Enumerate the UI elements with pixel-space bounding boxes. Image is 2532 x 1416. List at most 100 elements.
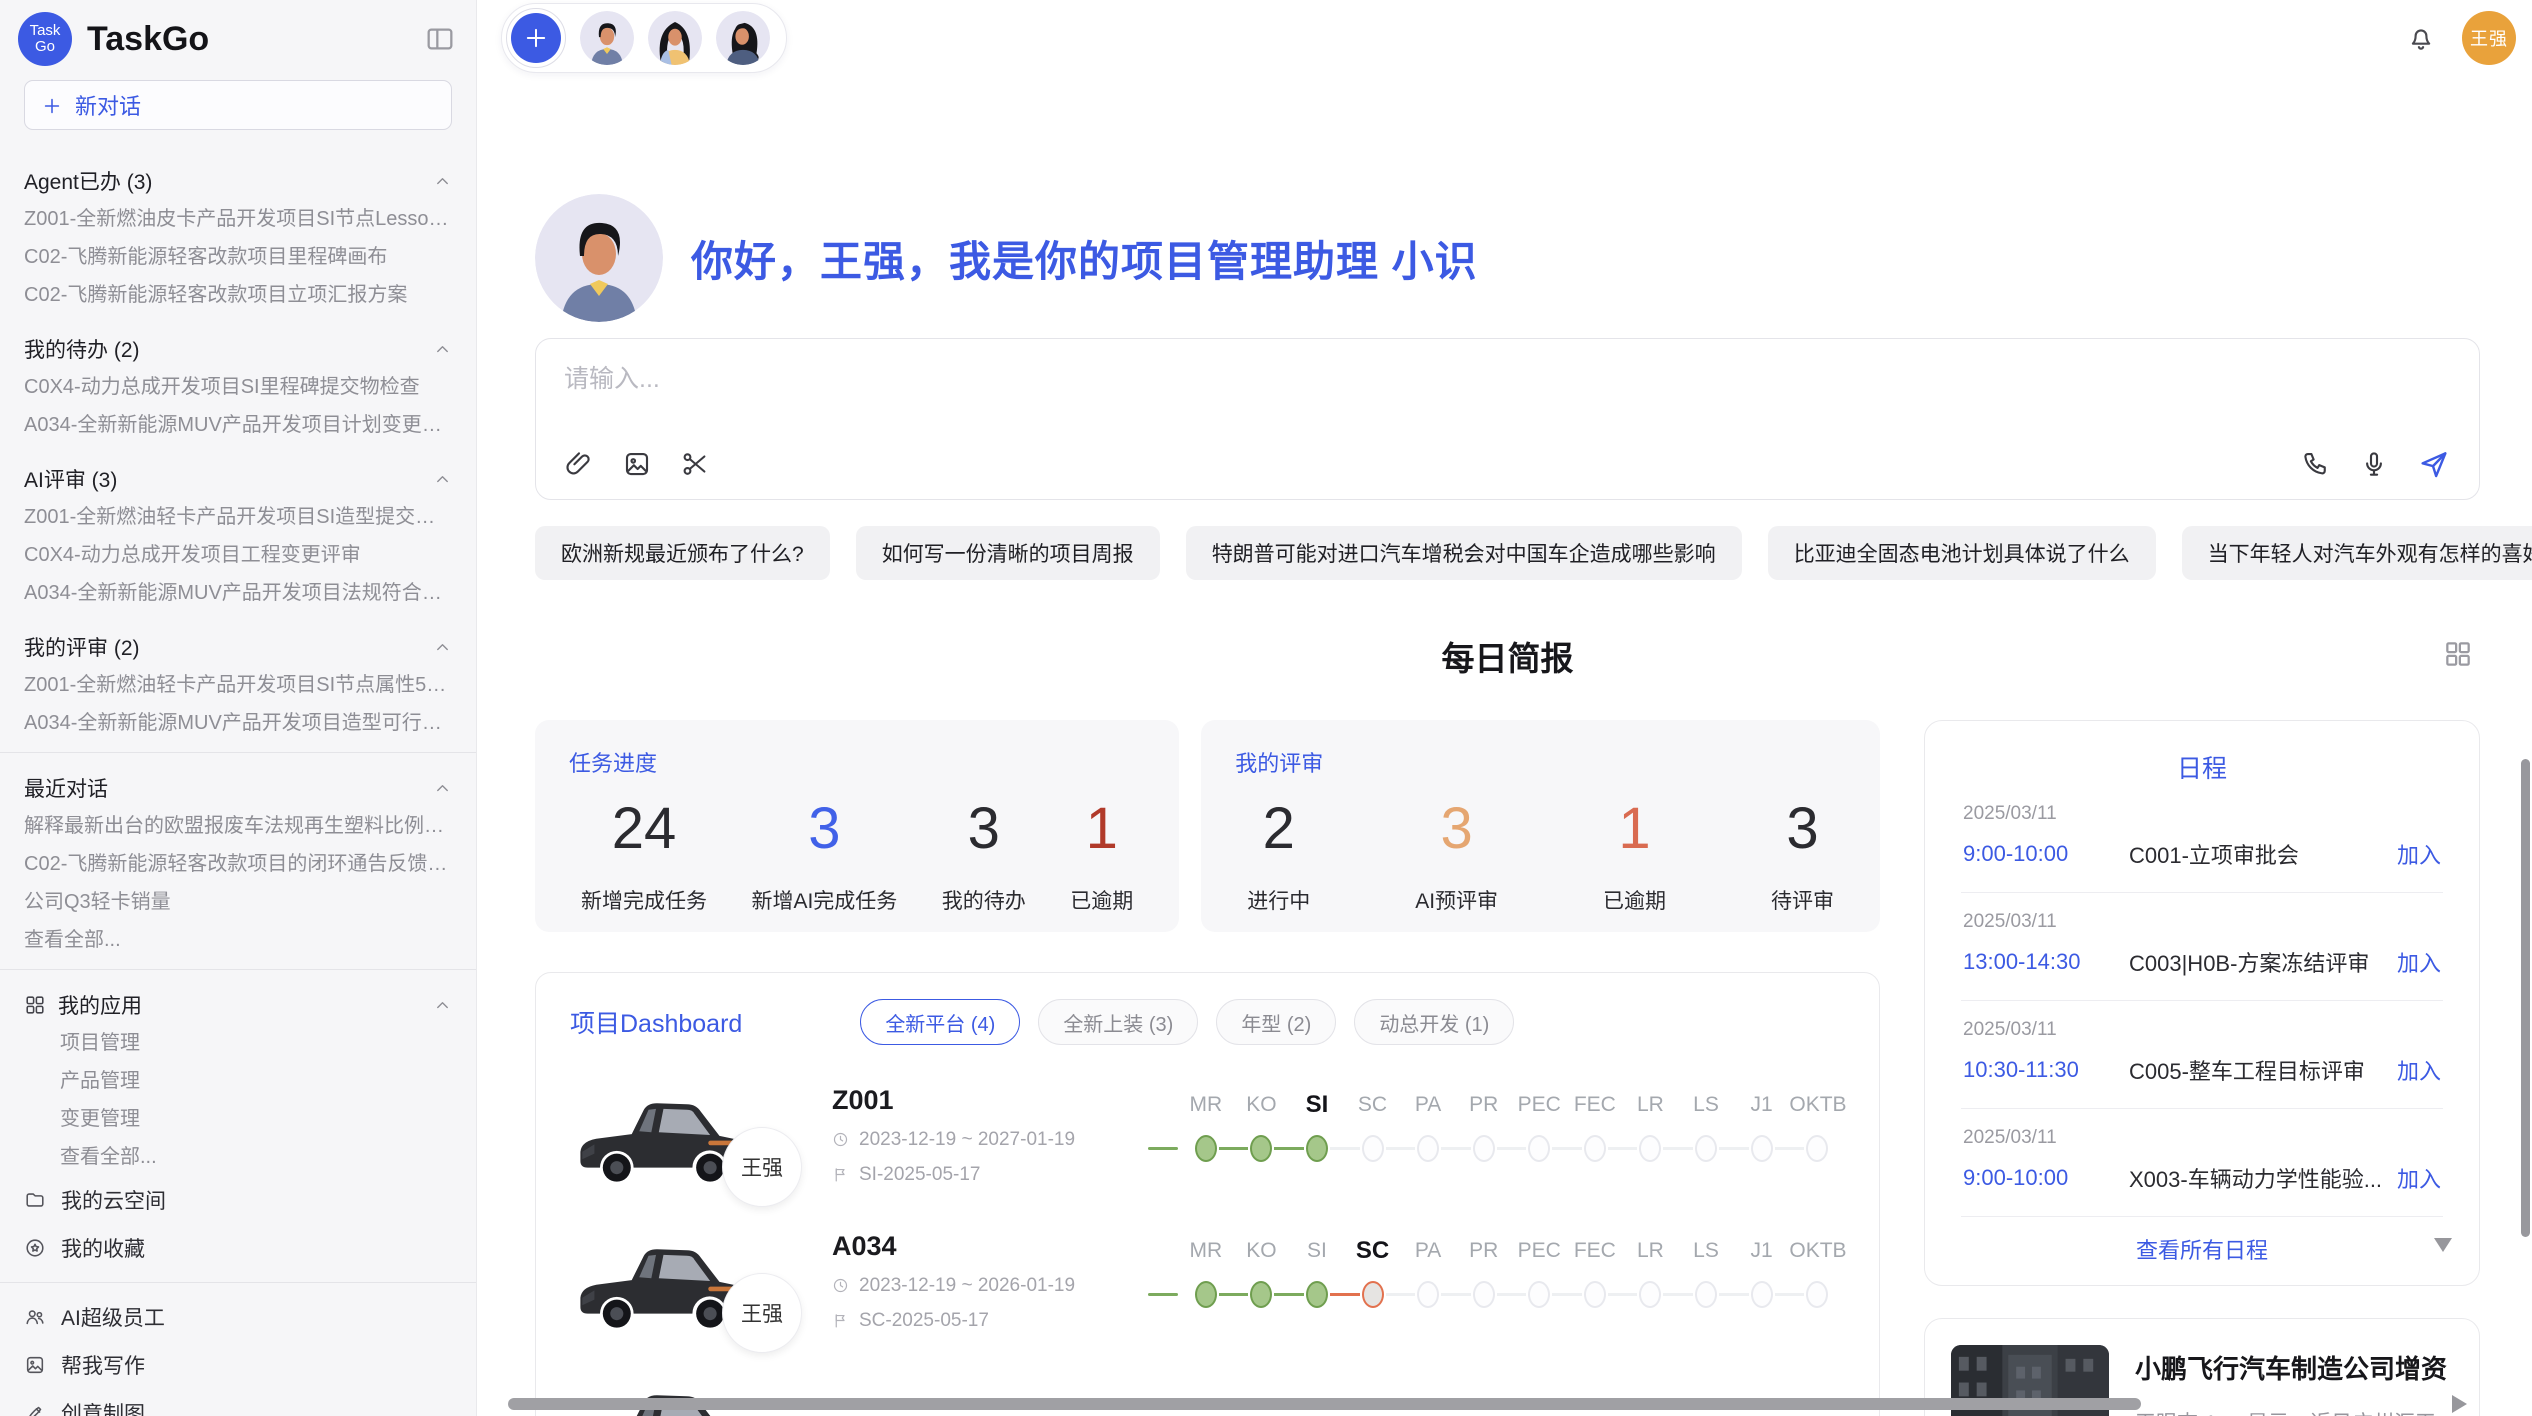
avatar[interactable] — [716, 11, 770, 65]
project-row[interactable]: 王强 A034 2023-12-19 ~ 2026-01-19 SC-2025-… — [570, 1225, 1845, 1337]
sidebar-nav-创意制图[interactable]: 创意制图 — [24, 1389, 452, 1416]
chevron-up-icon[interactable] — [433, 340, 452, 359]
sidebar-nav-帮我写作[interactable]: 帮我写作 — [24, 1341, 452, 1389]
horizontal-scrollbar[interactable] — [508, 1398, 2141, 1410]
sidebar-item[interactable]: A034-全新新能源MUV产品开发项目计划变更表编写 — [24, 406, 452, 444]
suggestion-chip[interactable]: 当下年轻人对汽车外观有怎样的喜好趋势 — [2182, 526, 2532, 580]
dashboard-tab[interactable]: 动总开发 (1) — [1354, 999, 1514, 1045]
suggestion-chip[interactable]: 特朗普可能对进口汽车增税会对中国车企造成哪些影响 — [1186, 526, 1742, 580]
suggestion-chip[interactable]: 如何写一份清晰的项目周报 — [856, 526, 1160, 580]
milestone-label: MR — [1178, 1235, 1234, 1267]
image-icon[interactable] — [622, 449, 652, 479]
metrics: 2 进行中 3 AI预评审 1 已逾期 3 待评审 — [1235, 796, 1846, 915]
dashboard-columns: 任务进度 24 新增完成任务 3 新增AI完成任务 3 我的待办 1 已逾期 — [535, 720, 2480, 1416]
milestone: KO — [1234, 1089, 1290, 1181]
join-link[interactable]: 加入 — [2397, 946, 2441, 978]
chevron-up-icon[interactable] — [433, 638, 452, 657]
milestone: PEC — [1511, 1235, 1567, 1327]
date-range: 2023-12-19 ~ 2026-01-19 — [859, 1275, 1075, 1297]
sidebar-item[interactable]: 项目管理 — [24, 1024, 452, 1062]
milestone-dot — [1639, 1135, 1661, 1162]
sidebar-nav-我的云空间[interactable]: 我的云空间 — [24, 1176, 452, 1224]
scissors-icon[interactable] — [680, 449, 710, 479]
sidebar-item[interactable]: C0X4-动力总成开发项目SI里程碑提交物检查 — [24, 368, 452, 406]
sidebar-section-header[interactable]: 最近对话 — [24, 773, 452, 803]
dashboard-tab[interactable]: 全新平台 (4) — [860, 999, 1020, 1045]
sidebar-item[interactable]: C02-飞腾新能源轻客改款项目的闭环通告反馈情况 — [24, 845, 452, 883]
sidebar-item[interactable]: 变更管理 — [24, 1100, 452, 1138]
milestone: SI — [1289, 1235, 1345, 1327]
sidebar-nav-AI超级员工[interactable]: AI超级员工 — [24, 1293, 452, 1341]
schedule-card: 日程 2025/03/11 9:00-10:00 C001-立项审批会 加入 2… — [1924, 720, 2480, 1286]
sidebar-section-header[interactable]: Agent已办 (3) — [24, 166, 452, 196]
milestone-dot — [1806, 1135, 1828, 1162]
sidebar-item[interactable]: Z001-全新燃油轻卡产品开发项目SI节点属性5D文件评审 — [24, 666, 452, 704]
scroll-down-arrow-icon[interactable] — [2434, 1238, 2452, 1252]
avatar[interactable] — [580, 11, 634, 65]
milestone: J1 — [1734, 1235, 1790, 1327]
dashboard-tab[interactable]: 全新上装 (3) — [1038, 999, 1198, 1045]
new-chat-button[interactable]: 新对话 — [24, 80, 452, 130]
sidebar-item[interactable]: A034-全新新能源MUV产品开发项目造型可行性评审 — [24, 704, 452, 742]
daily-brief-title: 每日简报 — [1442, 632, 1574, 680]
sidebar-item[interactable]: A034-全新新能源MUV产品开发项目法规符合性评审 — [24, 574, 452, 612]
layout-grid-icon[interactable] — [2442, 638, 2474, 670]
metric-label: 新增AI完成任务 — [751, 885, 897, 915]
milestone: PR — [1456, 1235, 1512, 1327]
sidebar-item[interactable]: C02-飞腾新能源轻客改款项目立项汇报方案 — [24, 276, 452, 314]
sidebar-section-title: 最近对话 — [24, 773, 421, 803]
milestone-dot — [1362, 1135, 1384, 1162]
milestone: OKTB — [1789, 1235, 1845, 1327]
app-window: Task Go TaskGo 新对话 Agent已办 (3) Z001-全新燃油… — [0, 0, 2532, 1416]
bell-icon[interactable] — [2406, 23, 2436, 53]
add-conversation-button[interactable] — [506, 8, 566, 68]
chevron-up-icon[interactable] — [433, 779, 452, 798]
milestone-track: MR KO SI SC PA PR PEC FEC LR LS — [1148, 1089, 1845, 1181]
chat-composer — [535, 338, 2480, 500]
sidebar-item[interactable]: 查看全部... — [24, 1138, 452, 1176]
sidebar-item[interactable]: 查看全部... — [24, 921, 452, 959]
chevron-up-icon[interactable] — [433, 172, 452, 191]
view-all-schedule-link[interactable]: 查看所有日程 — [1961, 1217, 2443, 1265]
sidebar-item[interactable]: 产品管理 — [24, 1062, 452, 1100]
chevron-up-icon[interactable] — [433, 996, 452, 1015]
mic-icon[interactable] — [2359, 449, 2389, 479]
vertical-scrollbar[interactable] — [2521, 759, 2530, 1237]
sidebar-section-header[interactable]: AI评审 (3) — [24, 464, 452, 494]
schedule-item: 2025/03/11 9:00-10:00 X003-车辆动力学性能验... 加… — [1961, 1109, 2443, 1217]
sidebar-section-header[interactable]: 我的应用 — [24, 990, 452, 1020]
sidebar-nav-我的收藏[interactable]: 我的收藏 — [24, 1224, 452, 1272]
chevron-up-icon[interactable] — [433, 470, 452, 489]
sidebar-item[interactable]: Z001-全新燃油轻卡产品开发项目SI造型提交物评审 — [24, 498, 452, 536]
join-link[interactable]: 加入 — [2397, 1162, 2441, 1194]
project-info: Z001 2023-12-19 ~ 2027-01-19 SI-2025-05-… — [832, 1085, 1132, 1186]
join-link[interactable]: 加入 — [2397, 838, 2441, 870]
paperclip-icon[interactable] — [564, 449, 594, 479]
project-row[interactable]: 王强 Z001 2023-12-19 ~ 2027-01-19 SI-2025-… — [570, 1079, 1845, 1191]
sidebar-section-header[interactable]: 我的待办 (2) — [24, 334, 452, 364]
sidebar-item[interactable]: C0X4-动力总成开发项目工程变更评审 — [24, 536, 452, 574]
scroll-right-arrow-icon[interactable] — [2452, 1395, 2467, 1413]
schedule-title-text: C005-整车工程目标评审 — [2115, 1054, 2385, 1086]
suggestion-chip[interactable]: 欧洲新规最近颁布了什么? — [535, 526, 830, 580]
send-icon[interactable] — [2417, 447, 2451, 481]
dashboard-tab[interactable]: 年型 (2) — [1216, 999, 1336, 1045]
sidebar-item[interactable]: 解释最新出台的欧盟报废车法规再生塑料比例被调至15%... — [24, 807, 452, 845]
chat-input[interactable] — [564, 359, 2451, 417]
sidebar-collapse-button[interactable] — [424, 23, 456, 55]
suggestion-chip[interactable]: 比亚迪全固态电池计划具体说了什么 — [1768, 526, 2156, 580]
sidebar-item[interactable]: C02-飞腾新能源轻客改款项目里程碑画布 — [24, 238, 452, 276]
sidebar-item[interactable]: Z001-全新燃油皮卡产品开发项目SI节点Lesson Learn报告 — [24, 200, 452, 238]
plus-icon — [41, 92, 63, 118]
avatar[interactable] — [648, 11, 702, 65]
milestone-dot — [1695, 1281, 1717, 1308]
user-avatar-badge[interactable]: 王强 — [2462, 11, 2516, 65]
project-media: 王强 — [570, 1225, 770, 1337]
sidebar-item[interactable]: 公司Q3轻卡销量 — [24, 883, 452, 921]
sidebar-section-header[interactable]: 我的评审 (2) — [24, 632, 452, 662]
panel-icon — [424, 23, 456, 55]
phone-icon[interactable] — [2301, 449, 2331, 479]
milestone: LR — [1623, 1235, 1679, 1327]
join-link[interactable]: 加入 — [2397, 1054, 2441, 1086]
project-flag: SC-2025-05-17 — [832, 1310, 1132, 1332]
